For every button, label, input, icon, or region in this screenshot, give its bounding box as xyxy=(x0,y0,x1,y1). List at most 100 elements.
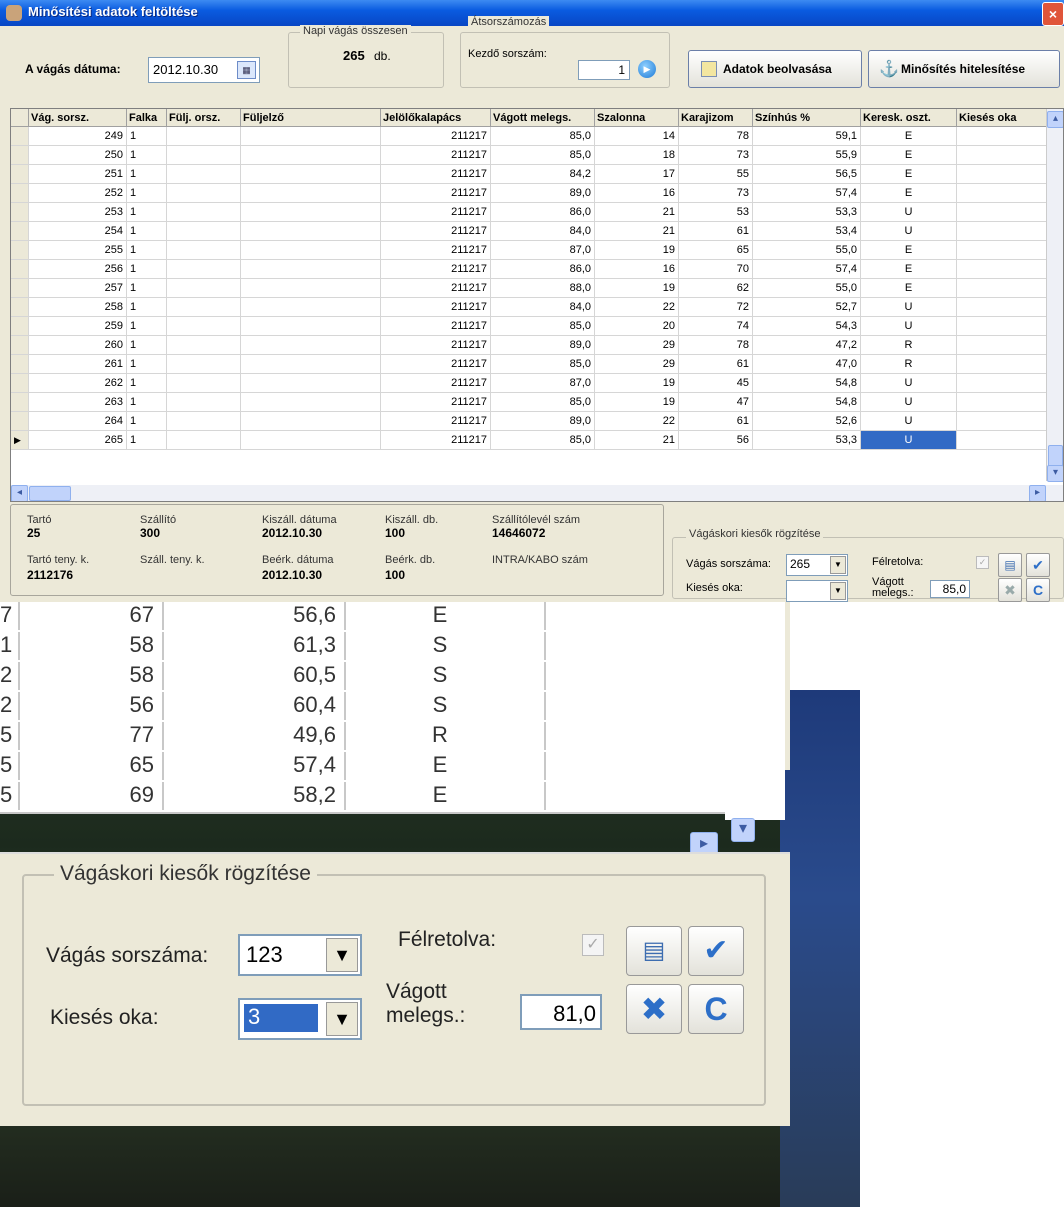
table-cell[interactable]: 250 xyxy=(29,146,127,165)
table-row[interactable]: 251 1 211217 84,2 17 55 56,5 E xyxy=(11,165,1049,184)
losses-serial-select[interactable]: 265 ▼ xyxy=(786,554,848,576)
losses-reason-dropdown-icon[interactable]: ▼ xyxy=(830,582,846,600)
table-cell[interactable]: U xyxy=(861,222,957,241)
table-cell[interactable]: E xyxy=(861,279,957,298)
table-cell[interactable]: 19 xyxy=(595,374,679,393)
table-cell[interactable] xyxy=(241,355,381,374)
table-cell[interactable]: 211217 xyxy=(381,431,491,450)
row-selector[interactable] xyxy=(11,127,29,146)
table-cell[interactable]: E xyxy=(861,146,957,165)
zoomed-delete-x-icon[interactable]: ✖ xyxy=(626,984,682,1034)
table-cell[interactable]: 253 xyxy=(29,203,127,222)
table-cell[interactable] xyxy=(167,203,241,222)
table-cell[interactable]: 86,0 xyxy=(491,260,595,279)
row-selector[interactable] xyxy=(11,412,29,431)
table-cell[interactable]: 1 xyxy=(127,374,167,393)
table-cell[interactable]: 61 xyxy=(679,355,753,374)
table-cell[interactable]: 265 xyxy=(29,431,127,450)
table-cell[interactable]: 53 xyxy=(679,203,753,222)
table-cell[interactable]: 16 xyxy=(595,260,679,279)
table-cell[interactable] xyxy=(241,336,381,355)
table-cell[interactable]: 47,0 xyxy=(753,355,861,374)
table-cell[interactable]: 1 xyxy=(127,431,167,450)
table-cell[interactable]: E xyxy=(861,165,957,184)
table-cell[interactable]: 78 xyxy=(679,127,753,146)
zoomed-confirm-check-icon[interactable]: ✔ xyxy=(688,926,744,976)
losses-refresh-icon[interactable]: C xyxy=(1026,578,1050,602)
table-cell[interactable]: 22 xyxy=(595,298,679,317)
table-cell[interactable]: 19 xyxy=(595,241,679,260)
table-cell[interactable]: 1 xyxy=(127,393,167,412)
table-cell[interactable]: R xyxy=(861,336,957,355)
table-cell[interactable]: 57,4 xyxy=(753,260,861,279)
row-selector[interactable]: ▶ xyxy=(11,431,29,450)
close-icon[interactable]: × xyxy=(1042,2,1064,26)
table-cell[interactable]: 1 xyxy=(127,412,167,431)
table-cell[interactable]: 52,6 xyxy=(753,412,861,431)
scroll-left-icon[interactable]: ◂ xyxy=(11,485,28,501)
table-cell[interactable]: 1 xyxy=(127,317,167,336)
table-cell[interactable] xyxy=(167,241,241,260)
table-cell[interactable]: 55,9 xyxy=(753,146,861,165)
table-cell[interactable]: 211217 xyxy=(381,146,491,165)
table-cell[interactable] xyxy=(241,184,381,203)
table-cell[interactable] xyxy=(957,412,1049,431)
table-cell[interactable]: 78 xyxy=(679,336,753,355)
losses-reason-select[interactable]: ▼ xyxy=(786,580,848,602)
table-cell[interactable]: R xyxy=(861,355,957,374)
table-cell[interactable]: 257 xyxy=(29,279,127,298)
table-cell[interactable]: U xyxy=(861,317,957,336)
table-cell[interactable] xyxy=(241,127,381,146)
table-cell[interactable]: 53,3 xyxy=(753,203,861,222)
table-cell[interactable] xyxy=(167,165,241,184)
table-row[interactable]: 261 1 211217 85,0 29 61 47,0 R xyxy=(11,355,1049,374)
table-row[interactable]: 262 1 211217 87,0 19 45 54,8 U xyxy=(11,374,1049,393)
table-cell[interactable]: 17 xyxy=(595,165,679,184)
table-row[interactable]: 259 1 211217 85,0 20 74 54,3 U xyxy=(11,317,1049,336)
table-cell[interactable] xyxy=(957,241,1049,260)
table-cell[interactable] xyxy=(957,127,1049,146)
table-cell[interactable]: 84,0 xyxy=(491,222,595,241)
table-cell[interactable]: 1 xyxy=(127,260,167,279)
table-cell[interactable]: 87,0 xyxy=(491,374,595,393)
table-row[interactable]: 255 1 211217 87,0 19 65 55,0 E xyxy=(11,241,1049,260)
table-cell[interactable]: 85,0 xyxy=(491,317,595,336)
table-cell[interactable]: 251 xyxy=(29,165,127,184)
grid-column-header[interactable]: Színhús % xyxy=(753,109,861,127)
table-cell[interactable]: 53,3 xyxy=(753,431,861,450)
table-cell[interactable]: 1 xyxy=(127,355,167,374)
zoomed-scroll-down-icon[interactable]: ▾ xyxy=(731,818,755,842)
table-cell[interactable]: 1 xyxy=(127,127,167,146)
scroll-right-icon[interactable]: ▸ xyxy=(1029,485,1046,501)
table-cell[interactable]: 85,0 xyxy=(491,431,595,450)
certify-button[interactable]: ⚓ Minősítés hitelesítése xyxy=(868,50,1060,88)
table-cell[interactable]: 211217 xyxy=(381,260,491,279)
losses-new-document-icon[interactable]: ▤ xyxy=(998,553,1022,577)
grid-column-header[interactable]: Jelölőkalapács xyxy=(381,109,491,127)
table-cell[interactable]: 20 xyxy=(595,317,679,336)
row-selector[interactable] xyxy=(11,260,29,279)
table-cell[interactable]: 29 xyxy=(595,355,679,374)
losses-confirm-check-icon[interactable]: ✔ xyxy=(1026,553,1050,577)
table-cell[interactable]: E xyxy=(861,184,957,203)
losses-serial-dropdown-icon[interactable]: ▼ xyxy=(830,556,846,574)
table-cell[interactable]: 1 xyxy=(127,241,167,260)
grid-column-header[interactable]: Falka xyxy=(127,109,167,127)
table-cell[interactable]: 263 xyxy=(29,393,127,412)
table-cell[interactable]: 45 xyxy=(679,374,753,393)
table-cell[interactable]: 47,2 xyxy=(753,336,861,355)
table-cell[interactable]: 70 xyxy=(679,260,753,279)
row-selector[interactable] xyxy=(11,241,29,260)
table-row[interactable]: 249 1 211217 85,0 14 78 59,1 E xyxy=(11,127,1049,146)
table-cell[interactable]: 262 xyxy=(29,374,127,393)
date-input[interactable]: 2012.10.30 ▦ xyxy=(148,57,260,83)
grid-column-header[interactable]: Szalonna xyxy=(595,109,679,127)
row-selector[interactable] xyxy=(11,393,29,412)
table-row[interactable]: 257 1 211217 88,0 19 62 55,0 E xyxy=(11,279,1049,298)
table-cell[interactable]: 22 xyxy=(595,412,679,431)
table-cell[interactable] xyxy=(167,260,241,279)
table-cell[interactable]: 211217 xyxy=(381,393,491,412)
row-selector[interactable] xyxy=(11,279,29,298)
table-row[interactable]: 260 1 211217 89,0 29 78 47,2 R xyxy=(11,336,1049,355)
table-cell[interactable]: 47 xyxy=(679,393,753,412)
